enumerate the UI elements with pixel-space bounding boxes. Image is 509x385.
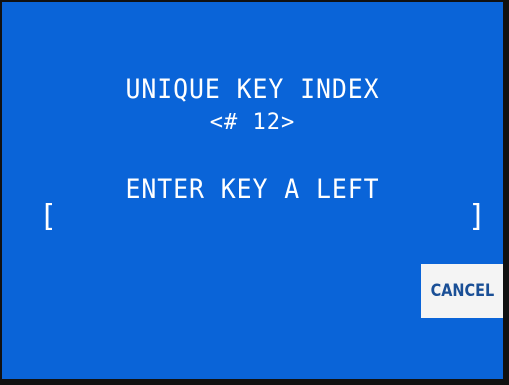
cancel-button[interactable]: CANCEL <box>421 264 503 318</box>
entry-prompt: ENTER KEY A LEFT <box>125 174 380 205</box>
atm-screen: UNIQUE KEY INDEX <# 12> ENTER KEY A LEFT… <box>0 0 509 385</box>
screen-title: UNIQUE KEY INDEX <box>125 74 380 105</box>
cancel-button-label: CANCEL <box>430 281 494 301</box>
bracket-left: [ <box>39 199 58 234</box>
key-index-number: <# 12> <box>209 110 296 135</box>
bracket-right: ] <box>468 199 487 234</box>
